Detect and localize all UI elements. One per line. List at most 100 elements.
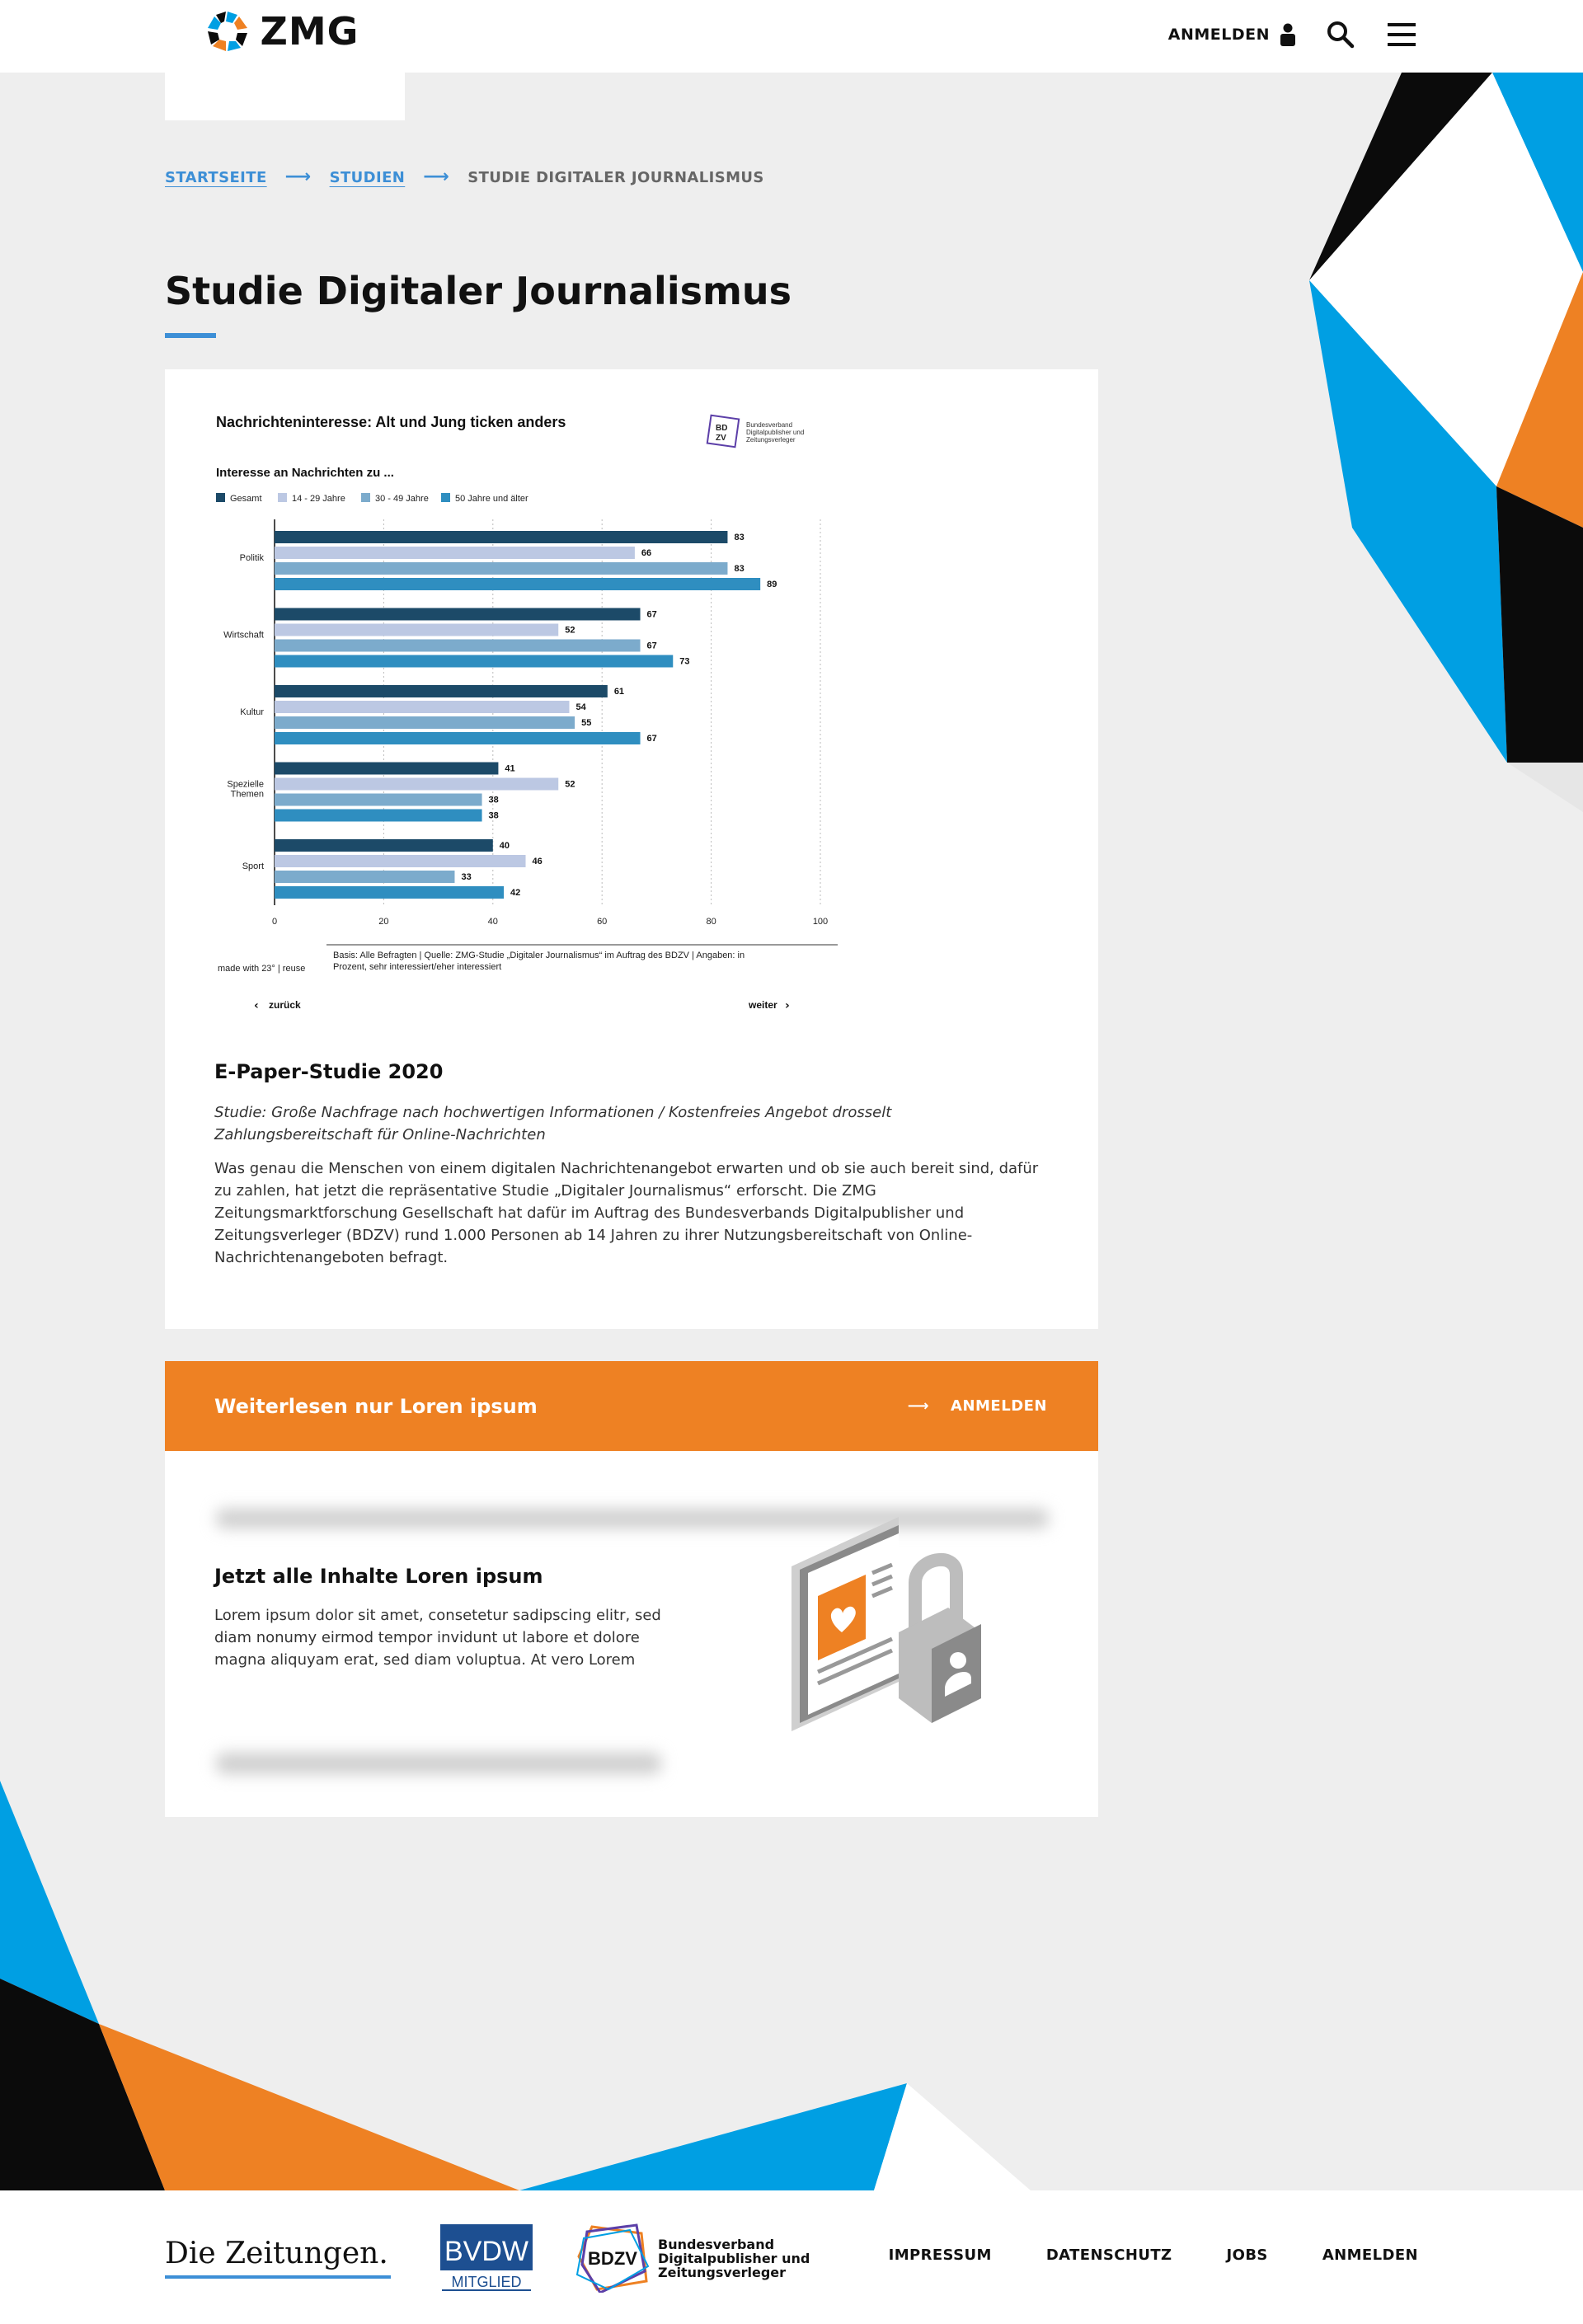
paywall-text-line: magna aliquyam erat, sed diam voluptua. … bbox=[214, 1651, 636, 1669]
bar bbox=[275, 855, 526, 867]
article-card: Nachrichteninteresse: Alt und Jung ticke… bbox=[165, 369, 1098, 1329]
bar-value-label: 38 bbox=[489, 811, 499, 821]
bar bbox=[275, 531, 728, 543]
category-label: Spezielle bbox=[227, 780, 264, 790]
breadcrumb-link-home[interactable]: STARTSEITE bbox=[165, 169, 267, 186]
footer-link-anmelden[interactable]: ANMELDEN bbox=[1322, 2247, 1418, 2264]
category-label: Sport bbox=[242, 862, 264, 871]
blurred-text-placeholder bbox=[216, 1753, 661, 1774]
chart-source-line2: Prozent, sehr interessiert/eher interess… bbox=[333, 962, 501, 972]
breadcrumb-link-studien[interactable]: STUDIEN bbox=[330, 169, 406, 186]
title-underline bbox=[165, 333, 216, 338]
legend-label: Gesamt bbox=[230, 494, 262, 504]
footer-links: IMPRESSUM DATENSCHUTZ JOBS ANMELDEN bbox=[889, 2247, 1418, 2264]
chart-credit: made with 23° | reuse bbox=[218, 964, 305, 974]
bar bbox=[275, 623, 559, 636]
category-label: Politik bbox=[240, 553, 265, 563]
paywall-login-button[interactable]: ⟶ ANMELDEN bbox=[908, 1397, 1047, 1415]
die-zeitungen-logo[interactable]: Die Zeitungen. bbox=[165, 2237, 388, 2270]
bar bbox=[275, 839, 493, 852]
search-button[interactable] bbox=[1324, 18, 1357, 51]
bar-value-label: 73 bbox=[679, 657, 689, 667]
bar bbox=[275, 716, 575, 729]
paywall-bar: Weiterlesen nur Loren ipsum ⟶ ANMELDEN bbox=[165, 1361, 1098, 1451]
article-line: zu zahlen, hat jetzt die repräsentative … bbox=[214, 1182, 876, 1200]
bdzv-logo-caption: Bundesverband Digitalpublisher und Zeitu… bbox=[658, 2237, 823, 2279]
bar-value-label: 40 bbox=[500, 841, 510, 851]
article-line: Was genau die Menschen von einem digital… bbox=[214, 1160, 1039, 1177]
legend-swatch bbox=[361, 493, 370, 502]
bar bbox=[275, 547, 635, 559]
bar-value-label: 61 bbox=[614, 687, 624, 697]
locked-newspaper-illustration bbox=[792, 1517, 981, 1731]
category-label: Kultur bbox=[240, 707, 264, 717]
bar bbox=[275, 809, 482, 822]
category-label: Themen bbox=[231, 790, 264, 800]
x-tick-label: 100 bbox=[813, 917, 828, 927]
bdzv-logo-text: BDZV bbox=[588, 2248, 637, 2269]
menu-button[interactable] bbox=[1385, 18, 1418, 51]
article-paragraph: Was genau die Menschen von einem digital… bbox=[214, 1157, 1047, 1269]
legend-label: 30 - 49 Jahre bbox=[375, 494, 429, 504]
bar-value-label: 67 bbox=[647, 641, 657, 651]
footer-link-impressum[interactable]: IMPRESSUM bbox=[889, 2247, 992, 2264]
legend-swatch bbox=[441, 493, 450, 502]
bar-value-label: 83 bbox=[734, 533, 744, 542]
paywall-text-line: diam nonumy eirmod tempor invidunt ut la… bbox=[214, 1629, 640, 1646]
x-tick-label: 40 bbox=[488, 917, 498, 927]
login-label: ANMELDEN bbox=[1167, 26, 1270, 44]
footer-link-datenschutz[interactable]: DATENSCHUTZ bbox=[1046, 2247, 1172, 2264]
bar-value-label: 41 bbox=[505, 764, 514, 774]
bar bbox=[275, 886, 505, 899]
x-tick-label: 0 bbox=[272, 917, 277, 927]
bar-value-label: 67 bbox=[647, 734, 657, 744]
bar bbox=[275, 562, 728, 575]
bar bbox=[275, 793, 482, 806]
chart-category-labels: Politik Wirtschaft Kultur SpezielleThemen Sp… bbox=[223, 553, 264, 871]
logo[interactable]: ZMG bbox=[165, 0, 405, 120]
user-icon bbox=[1280, 23, 1295, 46]
bvdw-logo[interactable]: BVDW MITGLIED bbox=[440, 2224, 533, 2292]
chart-subtitle: Interesse an Nachrichten zu ... bbox=[216, 466, 394, 480]
bvdw-logo-text: BVDW bbox=[444, 2236, 528, 2267]
bvdw-logo-subtext: MITGLIED bbox=[451, 2274, 521, 2290]
paywall-text: Lorem ipsum dolor sit amet, consetetur s… bbox=[214, 1604, 676, 1671]
chevron-right-icon: › bbox=[785, 999, 790, 1012]
article-line: Zeitungsmarktforschung Gesellschaft hat … bbox=[214, 1204, 965, 1222]
chart-next-button[interactable]: weiter › bbox=[748, 999, 790, 1012]
header-actions: ANMELDEN bbox=[1168, 16, 1418, 53]
article-line: Zeitungsverleger (BDZV) rund 1.000 Perso… bbox=[214, 1227, 973, 1244]
bdzv-chart-logo: BD ZV Bundesverband Digitalpublisher und… bbox=[706, 414, 804, 448]
legend-label: 50 Jahre und älter bbox=[455, 494, 528, 504]
paywall-bar-title: Weiterlesen nur Loren ipsum bbox=[214, 1394, 538, 1418]
article-lede-line: Zahlungsbereitschaft für Online-Nachrich… bbox=[214, 1126, 546, 1143]
footer: Die Zeitungen. BVDW MITGLIED BDZV Bundes… bbox=[0, 2190, 1583, 2324]
chart-bars: 83 66 83 89 67 52 67 73 61 54 55 67 41 52 38 38 40 46 33 42 bbox=[275, 531, 777, 899]
paywall-text-line: Lorem ipsum dolor sit amet, consetetur s… bbox=[214, 1607, 661, 1624]
article-lede-line: Studie: Große Nachfrage nach hochwertige… bbox=[214, 1104, 892, 1121]
x-tick-label: 20 bbox=[378, 917, 388, 927]
bdzv-logo[interactable]: BDZV bbox=[575, 2223, 650, 2293]
bar bbox=[275, 762, 499, 775]
bar-value-label: 55 bbox=[581, 718, 591, 728]
menu-icon bbox=[1388, 23, 1416, 46]
footer-link-jobs[interactable]: JOBS bbox=[1227, 2247, 1268, 2264]
category-label: Wirtschaft bbox=[223, 631, 264, 641]
login-link[interactable]: ANMELDEN bbox=[1168, 23, 1296, 46]
svg-text:ZV: ZV bbox=[716, 434, 726, 443]
bar-value-label: 66 bbox=[641, 548, 651, 558]
chart-prev-label: zurück bbox=[269, 999, 301, 1011]
article-body: E-Paper-Studie 2020 Studie: Große Nachfr… bbox=[214, 1060, 1047, 1269]
bar bbox=[275, 871, 455, 883]
chart-prev-button[interactable]: ‹ zurück bbox=[254, 999, 301, 1012]
x-tick-label: 80 bbox=[706, 917, 716, 927]
legend-swatch bbox=[216, 493, 225, 502]
chart-next-label: weiter bbox=[748, 999, 777, 1011]
bar-value-label: 52 bbox=[565, 626, 575, 636]
bar-value-label: 42 bbox=[510, 888, 520, 898]
bdzv-caption-line: Zeitungsverleger bbox=[658, 2265, 787, 2280]
bar-value-label: 54 bbox=[575, 702, 586, 712]
x-tick-label: 60 bbox=[597, 917, 607, 927]
page-title: Studie Digitaler Journalismus bbox=[165, 269, 792, 313]
bar bbox=[275, 639, 641, 652]
